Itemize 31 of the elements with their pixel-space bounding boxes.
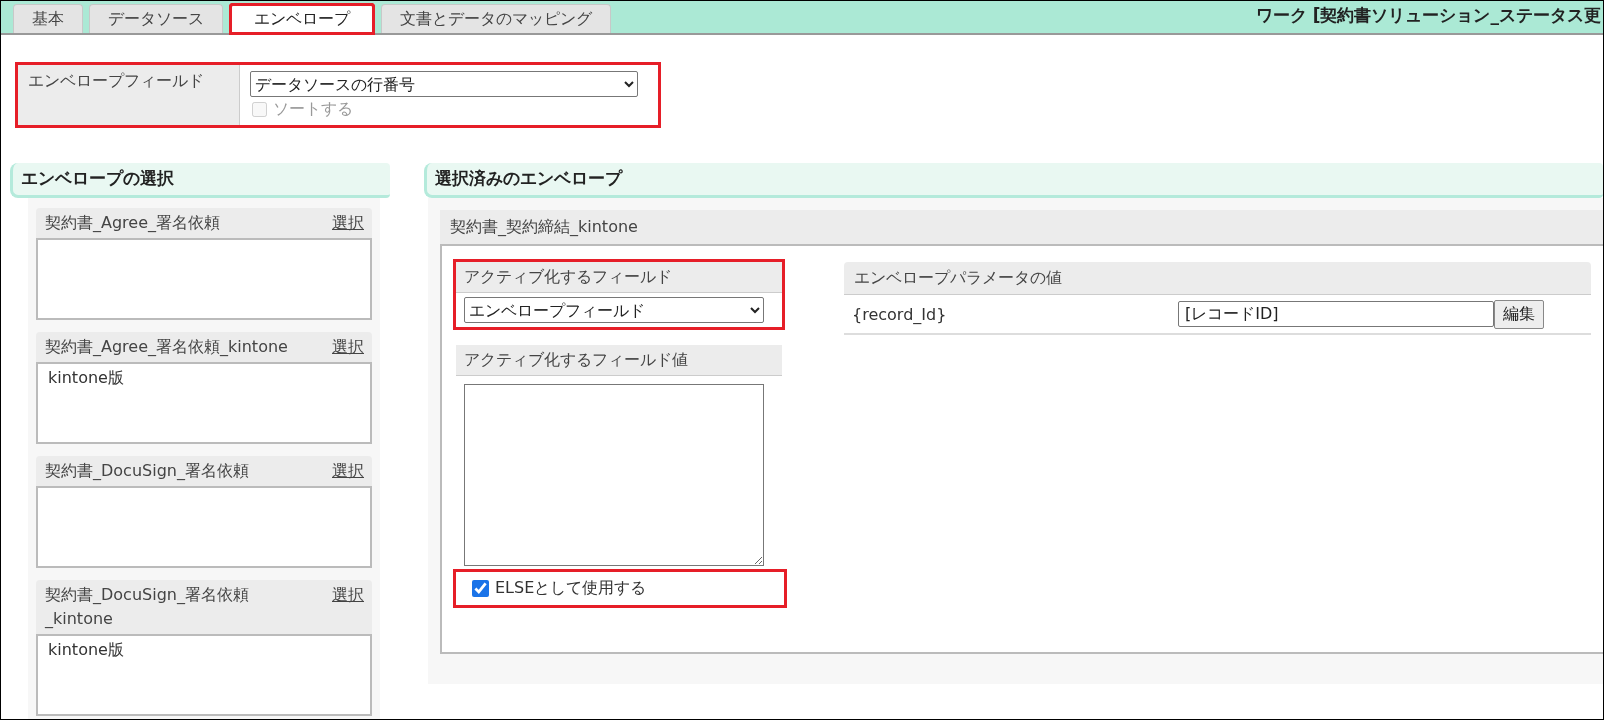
edit-button[interactable]: 編集 — [1494, 299, 1544, 329]
envelope-description: kintone版 — [36, 634, 372, 716]
select-link[interactable]: 選択 — [332, 583, 364, 631]
select-link[interactable]: 選択 — [332, 459, 364, 483]
active-field-value-input[interactable] — [464, 384, 764, 566]
envelope-name: 契約書_DocuSign_署名依頼 — [45, 460, 250, 482]
envelope-name: 契約書_DocuSign_署名依頼_kintone — [45, 584, 250, 630]
active-field-select[interactable]: エンベロープフィールド — [464, 297, 764, 323]
envelope-name: 契約書_Agree_署名依頼_kintone — [45, 336, 289, 358]
select-link[interactable]: 選択 — [332, 335, 364, 359]
envelope-name: 契約書_Agree_署名依頼 — [45, 212, 221, 234]
tab[interactable]: 文書とデータのマッピング — [381, 4, 611, 33]
section-header: 選択済みのエンベロープ — [424, 163, 1603, 198]
tab[interactable]: データソース — [89, 4, 223, 33]
active-field-label: アクティブ化するフィールド — [456, 262, 782, 293]
envelope-field-select[interactable]: データソースの行番号 — [250, 71, 638, 97]
parameter-name: {record_Id} — [852, 304, 948, 324]
tab[interactable]: エンベロープ — [229, 3, 375, 35]
envelope-description: kintone版 — [36, 362, 372, 444]
envelope-field-label: エンベロープフィールド — [18, 65, 240, 126]
work-title: ワーク [契約書ソリューション_ステータス更 — [1255, 4, 1602, 27]
else-checkbox[interactable] — [472, 580, 489, 597]
tab[interactable]: 基本 — [13, 4, 83, 33]
select-link[interactable]: 選択 — [332, 211, 364, 235]
active-field-value-label: アクティブ化するフィールド値 — [456, 345, 782, 376]
envelope-name: 契約書_契約締結_kintone — [440, 210, 1603, 244]
parameter-value-field[interactable]: [レコードID] — [1178, 301, 1494, 327]
else-label: ELSEとして使用する — [495, 578, 647, 599]
section-header: エンベロープの選択 — [10, 163, 390, 198]
parameters-header: エンベロープパラメータの値 — [844, 262, 1591, 295]
sort-label: ソートする — [273, 99, 353, 120]
